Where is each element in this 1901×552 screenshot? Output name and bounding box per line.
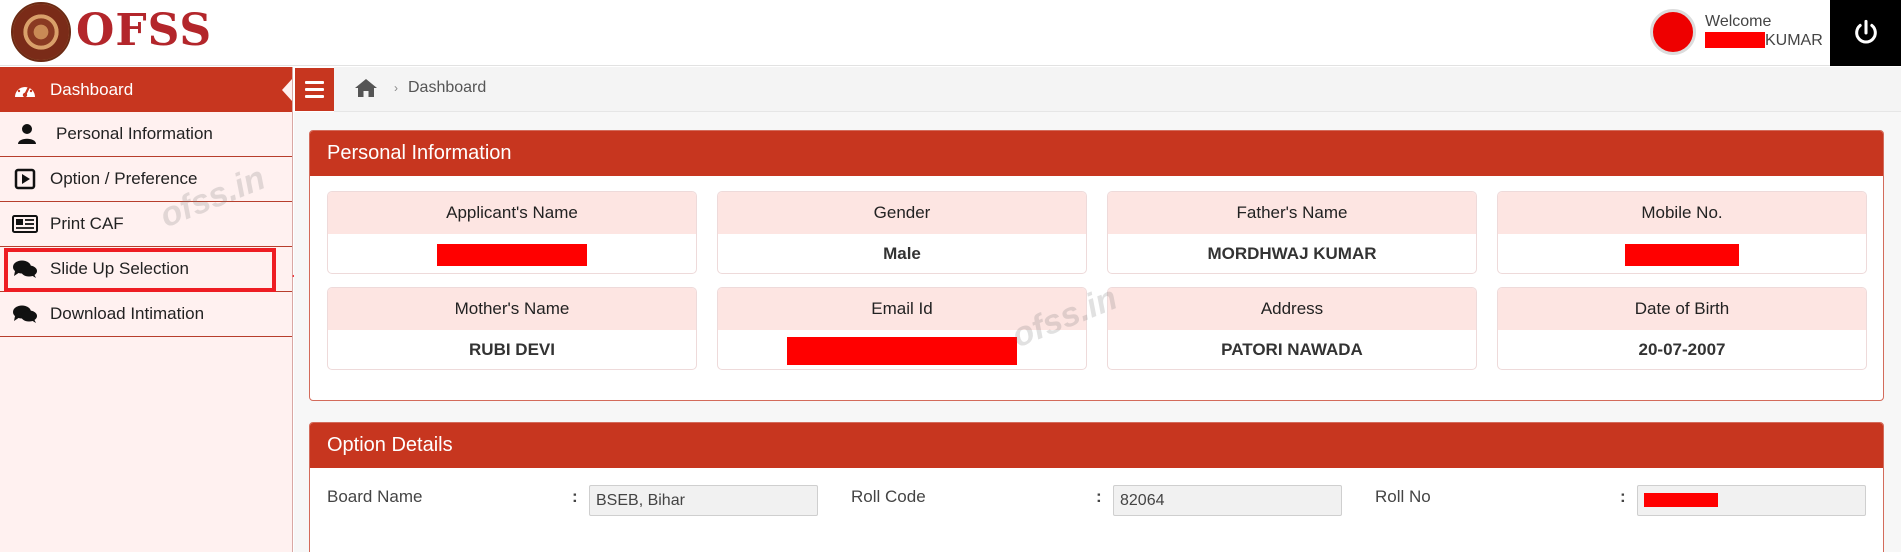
sidebar-item-personal-information[interactable]: Personal Information — [0, 112, 292, 157]
mobile-no-card: Mobile No. — [1497, 191, 1867, 274]
field-colon: : — [572, 487, 578, 506]
card-value — [718, 330, 1086, 369]
breadcrumb-current: Dashboard — [408, 79, 487, 96]
board-name-field[interactable]: BSEB, Bihar — [589, 485, 818, 516]
hamburger-line — [305, 95, 324, 98]
sidebar-item-label: Dashboard — [50, 79, 134, 99]
welcome-block: Welcome KUMAR — [1705, 12, 1823, 50]
card-value — [1498, 234, 1866, 273]
breadcrumb-separator: › — [394, 81, 398, 95]
sidebar-item-print-caf[interactable]: Print CAF — [0, 202, 292, 247]
sidebar-item-label: Download Intimation — [50, 304, 205, 323]
sidebar-item-option-preference[interactable]: Option / Preference — [0, 157, 292, 202]
roll-no-label: Roll No — [1375, 487, 1431, 506]
breadcrumb: › Dashboard — [334, 67, 1901, 112]
power-icon — [1854, 19, 1877, 44]
field-colon: : — [1620, 487, 1626, 506]
redacted-value — [787, 336, 1017, 365]
card-label: Email Id — [718, 288, 1086, 330]
play-square-icon — [12, 166, 38, 192]
newspaper-icon — [12, 211, 38, 237]
sidebar-item-label: Print CAF — [50, 214, 124, 233]
card-value: RUBI DEVI — [469, 340, 555, 359]
card-label: Gender — [718, 192, 1086, 234]
redacted-name — [1705, 32, 1765, 48]
redacted-value — [1644, 493, 1718, 507]
sidebar-item-label: Personal Information — [56, 124, 213, 143]
card-label: Date of Birth — [1498, 288, 1866, 330]
card-label: Father's Name — [1108, 192, 1476, 234]
ofss-logo-text: OFSS — [76, 5, 213, 56]
chat-bubbles-icon — [12, 301, 38, 327]
redacted-value — [1625, 243, 1739, 266]
email-id-card: Email Id — [717, 287, 1087, 370]
field-colon: : — [1096, 487, 1102, 506]
redacted-value — [437, 243, 587, 266]
gender-card: Gender Male — [717, 191, 1087, 274]
hamburger-line — [305, 88, 324, 91]
card-value: Male — [883, 244, 921, 263]
user-icon — [14, 121, 40, 147]
panel-title: Option Details — [310, 423, 1883, 468]
user-name: KUMAR — [1705, 31, 1823, 50]
top-header: OFSS Welcome KUMAR — [0, 0, 1901, 66]
roll-code-label: Roll Code — [851, 487, 926, 506]
panel-title: Personal Information — [310, 131, 1883, 176]
card-label: Mobile No. — [1498, 192, 1866, 234]
card-label: Applicant's Name — [328, 192, 696, 234]
user-avatar[interactable] — [1650, 9, 1696, 55]
logout-button[interactable] — [1830, 0, 1901, 66]
card-value — [328, 234, 696, 273]
applicant-name-card: Applicant's Name — [327, 191, 697, 274]
board-name-label: Board Name — [327, 487, 423, 506]
option-details-panel: Option Details Board Name : BSEB, Bihar … — [309, 422, 1884, 552]
sidebar-item-download-intimation[interactable]: Download Intimation — [0, 292, 292, 337]
hamburger-icon — [305, 81, 324, 84]
card-label: Address — [1108, 288, 1476, 330]
date-of-birth-card: Date of Birth 20-07-2007 — [1497, 287, 1867, 370]
home-icon[interactable] — [354, 78, 378, 98]
sidebar-item-dashboard[interactable]: Dashboard — [0, 67, 292, 112]
mothers-name-card: Mother's Name RUBI DEVI — [327, 287, 697, 370]
roll-code-field[interactable]: 82064 — [1113, 485, 1342, 516]
ofss-emblem-logo — [11, 2, 71, 62]
card-value: PATORI NAWADA — [1221, 340, 1363, 359]
highlight-box — [4, 248, 276, 292]
card-label: Mother's Name — [328, 288, 696, 330]
sidebar: Dashboard Personal Information Option / … — [0, 67, 293, 552]
sidebar-item-label: Option / Preference — [50, 169, 198, 188]
personal-information-panel: Personal Information Applicant's Name Ge… — [309, 130, 1884, 401]
card-value: 20-07-2007 — [1638, 340, 1726, 359]
dashboard-icon — [12, 77, 38, 103]
welcome-label: Welcome — [1705, 13, 1772, 30]
fathers-name-card: Father's Name MORDHWAJ KUMAR — [1107, 191, 1477, 274]
address-card: Address PATORI NAWADA — [1107, 287, 1477, 370]
roll-no-field[interactable] — [1637, 485, 1866, 516]
user-name-suffix: KUMAR — [1765, 32, 1823, 49]
card-value: MORDHWAJ KUMAR — [1207, 244, 1377, 263]
menu-toggle-button[interactable] — [295, 68, 334, 111]
